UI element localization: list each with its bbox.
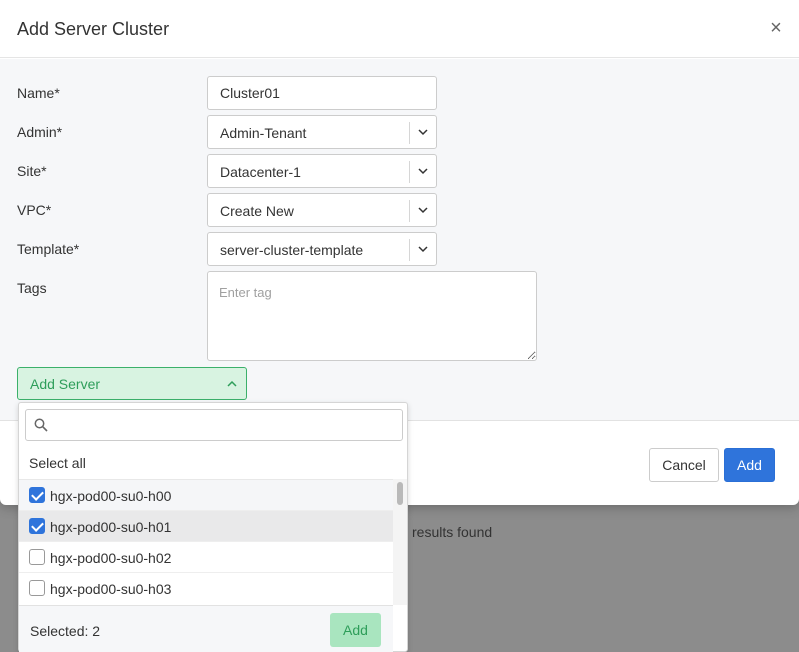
site-select[interactable]: Datacenter-1 <box>207 154 437 188</box>
select-all-option[interactable]: Select all <box>29 455 86 471</box>
vpc-select-value: Create New <box>220 203 294 219</box>
vpc-select[interactable]: Create New <box>207 193 437 227</box>
add-server-toggle[interactable]: Add Server <box>17 367 247 400</box>
server-label: hgx-pod00-su0-h01 <box>50 519 172 535</box>
modal-body: Name* Admin* Admin-Tenant Site* Datacent… <box>0 59 799 421</box>
dropdown-add-button[interactable]: Add <box>330 613 381 647</box>
site-label: Site* <box>17 163 47 179</box>
tags-input[interactable] <box>207 271 537 361</box>
chevron-down-icon <box>418 246 428 253</box>
add-server-label: Add Server <box>30 376 101 392</box>
close-icon[interactable]: × <box>767 17 785 39</box>
background-results-text: results found <box>412 524 493 540</box>
server-label: hgx-pod00-su0-h02 <box>50 550 172 566</box>
scrollbar-thumb[interactable] <box>397 482 403 505</box>
chevron-up-icon <box>227 380 237 387</box>
site-select-value: Datacenter-1 <box>220 164 301 180</box>
select-divider <box>409 239 410 261</box>
server-search[interactable] <box>25 409 403 441</box>
vpc-label: VPC* <box>17 202 52 218</box>
select-divider <box>409 200 410 222</box>
dropdown-footer: Selected: 2 Add <box>19 605 393 652</box>
template-select-value: server-cluster-template <box>220 242 364 258</box>
admin-select[interactable]: Admin-Tenant <box>207 115 437 149</box>
modal-title: Add Server Cluster <box>17 19 170 39</box>
cancel-button[interactable]: Cancel <box>649 448 719 482</box>
select-divider <box>409 122 410 144</box>
checkbox[interactable] <box>29 549 45 565</box>
name-input[interactable] <box>207 76 437 110</box>
list-item[interactable]: hgx-pod00-su0-h02 <box>19 542 393 573</box>
server-label: hgx-pod00-su0-h00 <box>50 488 172 504</box>
server-search-input[interactable] <box>54 413 394 437</box>
admin-select-value: Admin-Tenant <box>220 125 307 141</box>
checkbox[interactable] <box>29 487 45 503</box>
template-label: Template* <box>17 241 80 257</box>
modal-header: Add Server Cluster × <box>0 0 799 58</box>
server-label: hgx-pod00-su0-h03 <box>50 581 172 597</box>
add-button[interactable]: Add <box>724 448 775 482</box>
checkbox[interactable] <box>29 580 45 596</box>
list-scrollbar[interactable] <box>393 479 407 605</box>
chevron-down-icon <box>418 207 428 214</box>
template-select[interactable]: server-cluster-template <box>207 232 437 266</box>
chevron-down-icon <box>418 168 428 175</box>
list-item[interactable]: hgx-pod00-su0-h01 <box>19 511 393 542</box>
list-item[interactable]: hgx-pod00-su0-h00 <box>19 480 393 511</box>
tags-label: Tags <box>17 280 47 296</box>
selected-count: Selected: 2 <box>30 623 101 639</box>
chevron-down-icon <box>418 129 428 136</box>
list-item[interactable]: hgx-pod00-su0-h03 <box>19 573 393 603</box>
checkbox[interactable] <box>29 518 45 534</box>
search-icon <box>34 418 48 432</box>
server-list: hgx-pod00-su0-h00 hgx-pod00-su0-h01 hgx-… <box>19 479 393 603</box>
admin-label: Admin* <box>17 124 63 140</box>
select-divider <box>409 161 410 183</box>
name-label: Name* <box>17 85 60 101</box>
add-server-dropdown: Select all hgx-pod00-su0-h00 hgx-pod00-s… <box>18 402 408 652</box>
